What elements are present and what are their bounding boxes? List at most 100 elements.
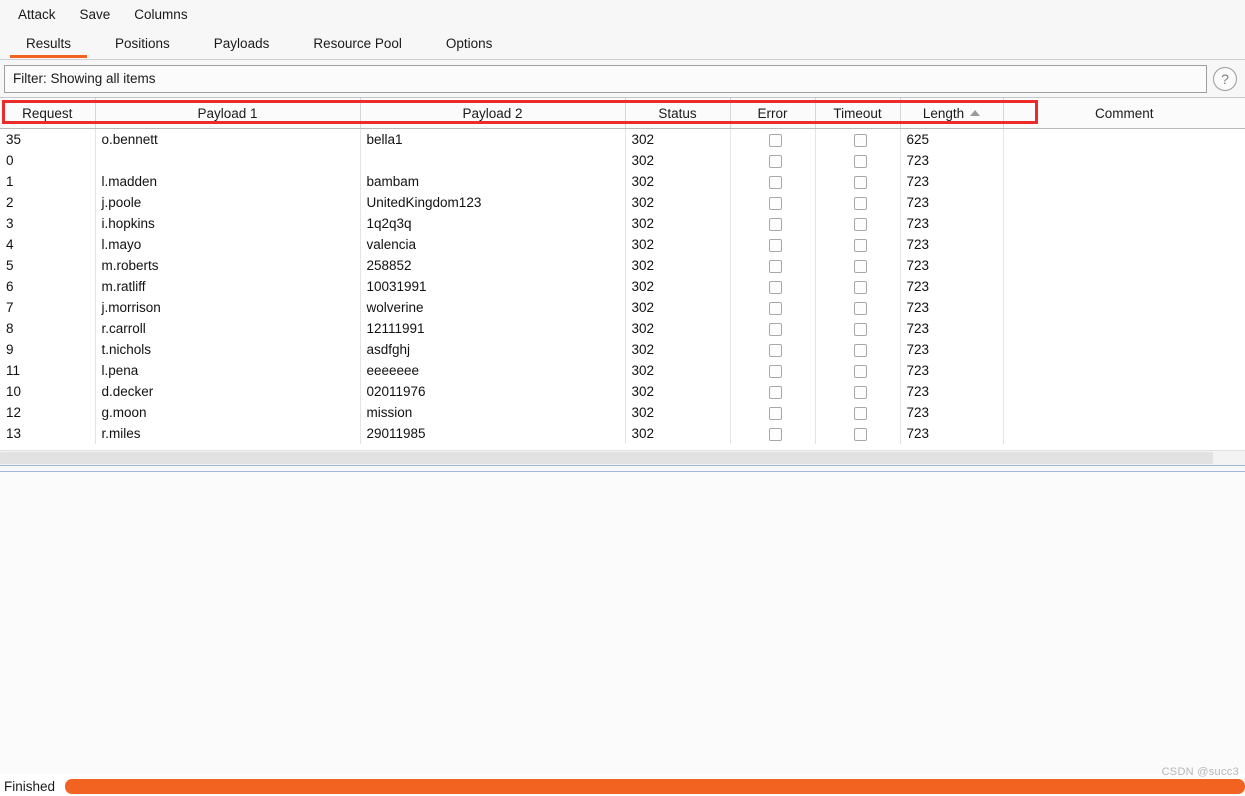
cell-timeout[interactable] — [815, 381, 901, 402]
help-glyph: ? — [1221, 70, 1229, 87]
table-row[interactable]: 9 t.nichols asdfghj 302 723 — [0, 339, 1245, 360]
cell-error[interactable] — [730, 276, 816, 297]
cell-error[interactable] — [730, 360, 816, 381]
cell-request: 5 — [0, 255, 96, 276]
column-header-error[interactable]: Error — [730, 98, 816, 129]
tab-positions[interactable]: Positions — [93, 28, 192, 59]
table-horizontal-scrollbar-thumb[interactable] — [0, 452, 1213, 464]
table-row[interactable]: 35 o.bennett bella1 302 625 — [0, 128, 1245, 151]
column-header-comment[interactable]: Comment — [1003, 98, 1245, 129]
table-row[interactable]: 10 d.decker 02011976 302 723 — [0, 381, 1245, 402]
tab-options[interactable]: Options — [424, 28, 515, 59]
cell-error[interactable] — [730, 192, 816, 213]
table-row[interactable]: 5 m.roberts 258852 302 723 — [0, 255, 1245, 276]
cell-timeout[interactable] — [815, 360, 901, 381]
filter-bar[interactable]: Filter: Showing all items — [4, 64, 1207, 93]
checkbox-unchecked-icon — [854, 301, 867, 315]
table-row[interactable]: 6 m.ratliff 10031991 302 723 — [0, 276, 1245, 297]
cell-payload1: r.miles — [95, 423, 361, 444]
cell-payload2: 29011985 — [360, 423, 626, 444]
cell-status: 302 — [625, 297, 731, 318]
request-response-panel — [0, 472, 1245, 774]
attack-status-label: Finished — [4, 778, 56, 794]
cell-timeout[interactable] — [815, 402, 901, 423]
table-row[interactable]: 3 i.hopkins 1q2q3q 302 723 — [0, 213, 1245, 234]
cell-error[interactable] — [730, 128, 816, 150]
cell-timeout[interactable] — [815, 213, 901, 234]
cell-timeout[interactable] — [815, 128, 901, 150]
cell-timeout[interactable] — [815, 423, 901, 444]
checkbox-unchecked-icon — [854, 343, 867, 357]
cell-comment — [1003, 171, 1245, 192]
cell-payload2: wolverine — [360, 297, 626, 318]
table-row[interactable]: 2 j.poole UnitedKingdom123 302 723 — [0, 192, 1245, 213]
cell-error[interactable] — [730, 381, 816, 402]
column-header-payload2[interactable]: Payload 2 — [360, 98, 626, 129]
cell-error[interactable] — [730, 234, 816, 255]
cell-status: 302 — [625, 128, 731, 150]
cell-payload1: d.decker — [95, 381, 361, 402]
question-mark-icon[interactable]: ? — [1213, 66, 1237, 91]
table-row[interactable]: 13 r.miles 29011985 302 723 — [0, 423, 1245, 444]
cell-error[interactable] — [730, 339, 816, 360]
cell-payload1 — [95, 150, 361, 171]
cell-timeout[interactable] — [815, 171, 901, 192]
column-header-length[interactable]: Length — [900, 98, 1004, 129]
table-row[interactable]: 0 302 723 — [0, 150, 1245, 171]
cell-length: 723 — [900, 339, 1004, 360]
table-row[interactable]: 7 j.morrison wolverine 302 723 — [0, 297, 1245, 318]
cell-timeout[interactable] — [815, 255, 901, 276]
cell-status: 302 — [625, 360, 731, 381]
tab-resource-pool-label: Resource Pool — [313, 36, 402, 51]
cell-timeout[interactable] — [815, 339, 901, 360]
cell-comment — [1003, 402, 1245, 423]
cell-status: 302 — [625, 318, 731, 339]
table-row[interactable]: 8 r.carroll 12111991 302 723 — [0, 318, 1245, 339]
cell-error[interactable] — [730, 423, 816, 444]
cell-payload1: g.moon — [95, 402, 361, 423]
table-row[interactable]: 1 l.madden bambam 302 723 — [0, 171, 1245, 192]
menu-attack[interactable]: Attack — [6, 3, 68, 26]
table-row[interactable]: 11 l.pena eeeeeee 302 723 — [0, 360, 1245, 381]
cell-timeout[interactable] — [815, 297, 901, 318]
cell-comment — [1003, 360, 1245, 381]
tab-results[interactable]: Results — [4, 28, 93, 59]
cell-timeout[interactable] — [815, 150, 901, 171]
checkbox-unchecked-icon — [854, 406, 867, 420]
cell-error[interactable] — [730, 318, 816, 339]
cell-error[interactable] — [730, 150, 816, 171]
cell-error[interactable] — [730, 171, 816, 192]
cell-length: 723 — [900, 318, 1004, 339]
column-header-payload1[interactable]: Payload 1 — [95, 98, 361, 129]
cell-error[interactable] — [730, 255, 816, 276]
cell-request: 0 — [0, 150, 96, 171]
cell-error[interactable] — [730, 213, 816, 234]
cell-comment — [1003, 129, 1245, 151]
checkbox-unchecked-icon — [769, 133, 782, 147]
results-table-body: 35 o.bennett bella1 302 625 0 302 723 1 l.madden b… — [0, 128, 1245, 444]
column-header-status[interactable]: Status — [625, 98, 731, 129]
column-header-timeout[interactable]: Timeout — [815, 98, 901, 129]
table-row[interactable]: 4 l.mayo valencia 302 723 — [0, 234, 1245, 255]
cell-timeout[interactable] — [815, 234, 901, 255]
table-row[interactable]: 12 g.moon mission 302 723 — [0, 402, 1245, 423]
cell-error[interactable] — [730, 402, 816, 423]
cell-timeout[interactable] — [815, 192, 901, 213]
checkbox-unchecked-icon — [769, 217, 782, 231]
cell-payload2: eeeeeee — [360, 360, 626, 381]
column-header-request[interactable]: Request — [0, 98, 96, 129]
panel-splitter[interactable] — [0, 465, 1245, 472]
menu-columns[interactable]: Columns — [122, 3, 199, 26]
cell-payload2: UnitedKingdom123 — [360, 192, 626, 213]
cell-timeout[interactable] — [815, 318, 901, 339]
cell-payload2: bella1 — [360, 128, 626, 150]
cell-length: 625 — [900, 128, 1004, 150]
cell-payload1: r.carroll — [95, 318, 361, 339]
tab-payloads[interactable]: Payloads — [192, 28, 292, 59]
table-horizontal-scrollbar[interactable] — [0, 450, 1245, 465]
cell-timeout[interactable] — [815, 276, 901, 297]
cell-request: 2 — [0, 192, 96, 213]
cell-error[interactable] — [730, 297, 816, 318]
menu-save[interactable]: Save — [68, 3, 123, 26]
tab-resource-pool[interactable]: Resource Pool — [291, 28, 424, 59]
